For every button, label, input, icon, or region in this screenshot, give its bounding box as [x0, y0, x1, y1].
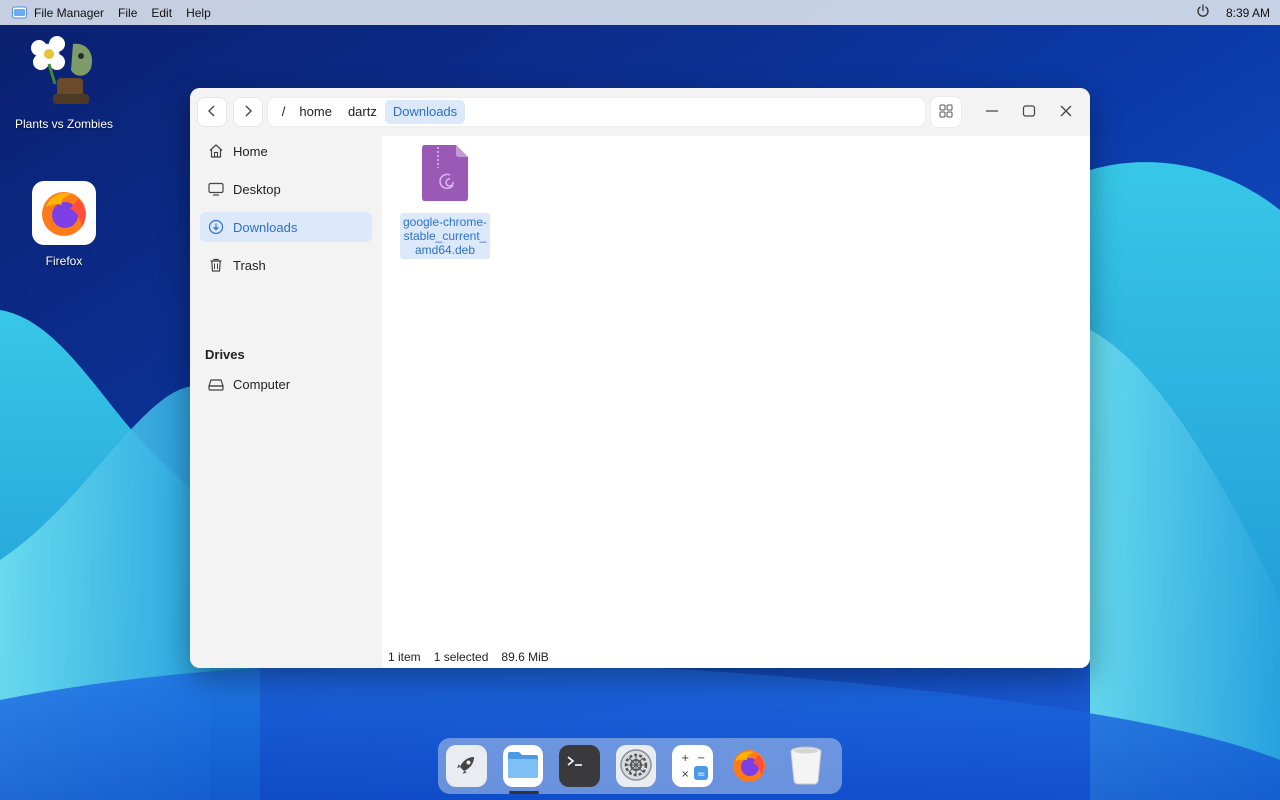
- sidebar-item-label: Desktop: [233, 181, 281, 197]
- chevron-left-icon: [206, 105, 218, 120]
- dock-settings[interactable]: [615, 745, 657, 787]
- maximize-button[interactable]: [1016, 99, 1042, 125]
- svg-text:+: +: [681, 753, 689, 764]
- file-item[interactable]: google-chrome-stable_current_amd64.deb: [400, 144, 490, 259]
- dock-calculator[interactable]: + − × =: [672, 745, 713, 787]
- desktop-icon-label: Plants vs Zombies: [14, 117, 114, 131]
- settings-icon: [619, 748, 653, 785]
- status-bar: 1 item 1 selected 89.6 MiB: [388, 650, 562, 664]
- top-panel: File Manager File Edit Help 8:39 AM: [0, 0, 1280, 25]
- drive-icon: [207, 375, 225, 393]
- status-item-count: 1 item: [388, 650, 421, 664]
- dock-firefox[interactable]: [729, 745, 770, 787]
- sidebar-item-downloads[interactable]: Downloads: [200, 212, 372, 242]
- breadcrumb-downloads[interactable]: Downloads: [384, 100, 466, 124]
- sidebar: Home Desktop Downloads Trash Drives Comp: [190, 136, 382, 668]
- sidebar-item-computer[interactable]: Computer: [200, 369, 372, 399]
- dock-terminal[interactable]: [559, 745, 600, 787]
- desktop-icon-firefox[interactable]: Firefox: [0, 181, 128, 268]
- downloads-icon: [207, 218, 225, 236]
- file-name: google-chrome-stable_current_amd64.deb: [400, 213, 490, 259]
- sidebar-item-trash[interactable]: Trash: [200, 250, 372, 280]
- deb-archive-icon: [420, 144, 470, 205]
- menu-help[interactable]: Help: [186, 6, 211, 20]
- power-icon[interactable]: [1196, 4, 1210, 21]
- file-manager-window: / home dartz Downloads Home Desktop Down…: [190, 88, 1090, 668]
- sidebar-section-drives: Drives: [205, 347, 245, 362]
- sidebar-item-label: Downloads: [233, 219, 298, 235]
- close-button[interactable]: [1053, 99, 1079, 125]
- desktop-icon-plants-vs-zombies[interactable]: Plants vs Zombies: [0, 34, 128, 131]
- grid-view-icon: [939, 104, 953, 121]
- sidebar-item-desktop[interactable]: Desktop: [200, 174, 372, 204]
- plants-vs-zombies-icon: [29, 34, 99, 111]
- sidebar-item-label: Computer: [233, 376, 291, 392]
- clock[interactable]: 8:39 AM: [1226, 6, 1270, 20]
- svg-text:=: =: [697, 769, 705, 780]
- minimize-icon: [985, 104, 999, 121]
- dock-launcher[interactable]: [446, 745, 487, 787]
- maximize-icon: [1022, 104, 1036, 121]
- firefox-icon: [730, 746, 768, 787]
- dock-trash[interactable]: [785, 745, 826, 787]
- breadcrumb-home[interactable]: home: [291, 100, 340, 124]
- sidebar-item-label: Home: [233, 143, 268, 159]
- view-mode-button[interactable]: [931, 97, 961, 127]
- minimize-button[interactable]: [979, 99, 1005, 125]
- desktop-icon-label: Firefox: [45, 254, 83, 268]
- breadcrumb-dartz[interactable]: dartz: [340, 100, 385, 124]
- dock: + − × =: [438, 738, 842, 794]
- menu-file[interactable]: File: [118, 6, 137, 20]
- status-selected-size: 89.6 MiB: [501, 650, 549, 664]
- terminal-icon: [565, 753, 593, 780]
- back-button[interactable]: [198, 98, 226, 126]
- trash-bin-icon: [789, 745, 823, 788]
- chevron-right-icon: [242, 105, 254, 120]
- forward-button[interactable]: [233, 98, 262, 126]
- desktop-icon: [207, 180, 225, 198]
- app-menu-title[interactable]: File Manager: [34, 6, 104, 20]
- svg-text:−: −: [697, 753, 705, 764]
- sidebar-item-home[interactable]: Home: [200, 136, 372, 166]
- home-icon: [207, 142, 225, 160]
- close-icon: [1059, 104, 1073, 121]
- menu-edit[interactable]: Edit: [151, 6, 172, 20]
- sidebar-item-label: Trash: [233, 257, 266, 273]
- launcher-icon: [453, 752, 479, 781]
- breadcrumb: / home dartz Downloads: [267, 98, 926, 126]
- breadcrumb-root[interactable]: /: [276, 100, 292, 124]
- file-view[interactable]: google-chrome-stable_current_amd64.deb: [382, 136, 1090, 668]
- trash-icon: [207, 256, 225, 274]
- window-titlebar[interactable]: / home dartz Downloads: [190, 88, 1090, 136]
- svg-text:×: ×: [681, 769, 689, 780]
- dock-file-manager[interactable]: [502, 745, 544, 794]
- running-indicator: [508, 791, 539, 794]
- file-manager-icon: [506, 750, 540, 783]
- status-selected-count: 1 selected: [433, 650, 489, 664]
- file-manager-icon: [12, 6, 27, 19]
- calculator-icon: + − × =: [676, 748, 710, 785]
- firefox-icon: [32, 181, 96, 248]
